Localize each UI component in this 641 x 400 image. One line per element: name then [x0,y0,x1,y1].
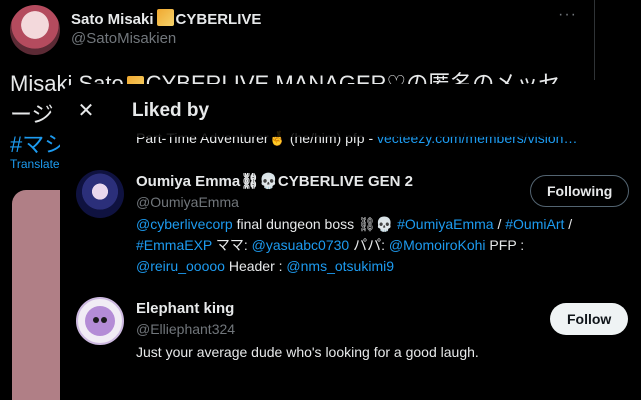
bio-link[interactable]: #EmmaEXP [136,237,212,253]
bio-link[interactable]: #OumiyaEmma [397,216,493,232]
bio-link[interactable]: @nms_otsukimi9 [286,258,394,274]
bio-text: ママ: [212,237,252,253]
follow-button[interactable]: Follow [550,303,629,335]
bio-line: #EmmaEXP ママ: @yasuabc0730 パパ: @MomoiroKo… [136,235,626,256]
bio-text: Header : [224,258,287,274]
user-name[interactable]: Oumiya Emma⛓💀CYBERLIVE GEN 2 [136,172,413,190]
avatar[interactable] [76,170,124,218]
bio-link[interactable]: #OumiArt [505,216,564,232]
close-icon[interactable]: ✕ [70,94,102,126]
modal-header: ✕ Liked by [60,84,641,137]
more-options-icon[interactable]: ··· [558,6,577,24]
bio-line: @reiru_ooooo Header : @nms_otsukimi9 [136,256,626,277]
user-handle[interactable]: @Elliephant324 [136,321,235,337]
bio-link[interactable]: @reiru_ooooo [136,258,225,274]
author-avatar[interactable] [10,5,60,55]
user-name[interactable]: Elephant king [136,300,234,317]
bio-text: PFP : [485,237,525,253]
bio-text: / [564,216,573,232]
column-divider [594,0,595,80]
bio-text: final dungeon boss ⛓💀 [232,216,398,232]
user-bio: Just your average dude who's looking for… [136,344,479,360]
bio-text: パパ: [349,237,389,253]
bio-line: @cyberlivecorp final dungeon boss ⛓💀 #Ou… [136,214,626,235]
bio-text: / [493,216,506,232]
bio-link[interactable]: @MomoiroKohi [389,237,486,253]
user-bio: @cyberlivecorp final dungeon boss ⛓💀 #Ou… [136,214,626,277]
modal-title: Liked by [132,100,210,121]
alien-face-icon [85,306,115,336]
author-name[interactable]: Sato Misaki CYBERLIVE [71,9,261,28]
following-button[interactable]: Following [530,175,630,207]
flag-icon [156,9,174,26]
tweet-text-line2: ージ [10,102,54,127]
tweet-hashtag[interactable]: #マシ [10,127,66,159]
bio-link[interactable]: @cyberlivecorp [136,216,233,232]
liked-by-modal: ✕ Liked by Part-Time Adventurer🤞 (he/him… [60,84,641,400]
avatar[interactable] [76,297,124,345]
author-handle[interactable]: @SatoMisakien [71,30,176,47]
user-handle[interactable]: @OumiyaEmma [136,194,239,210]
translate-link[interactable]: Translate [10,157,60,171]
bio-link[interactable]: @yasuabc0730 [252,237,350,253]
